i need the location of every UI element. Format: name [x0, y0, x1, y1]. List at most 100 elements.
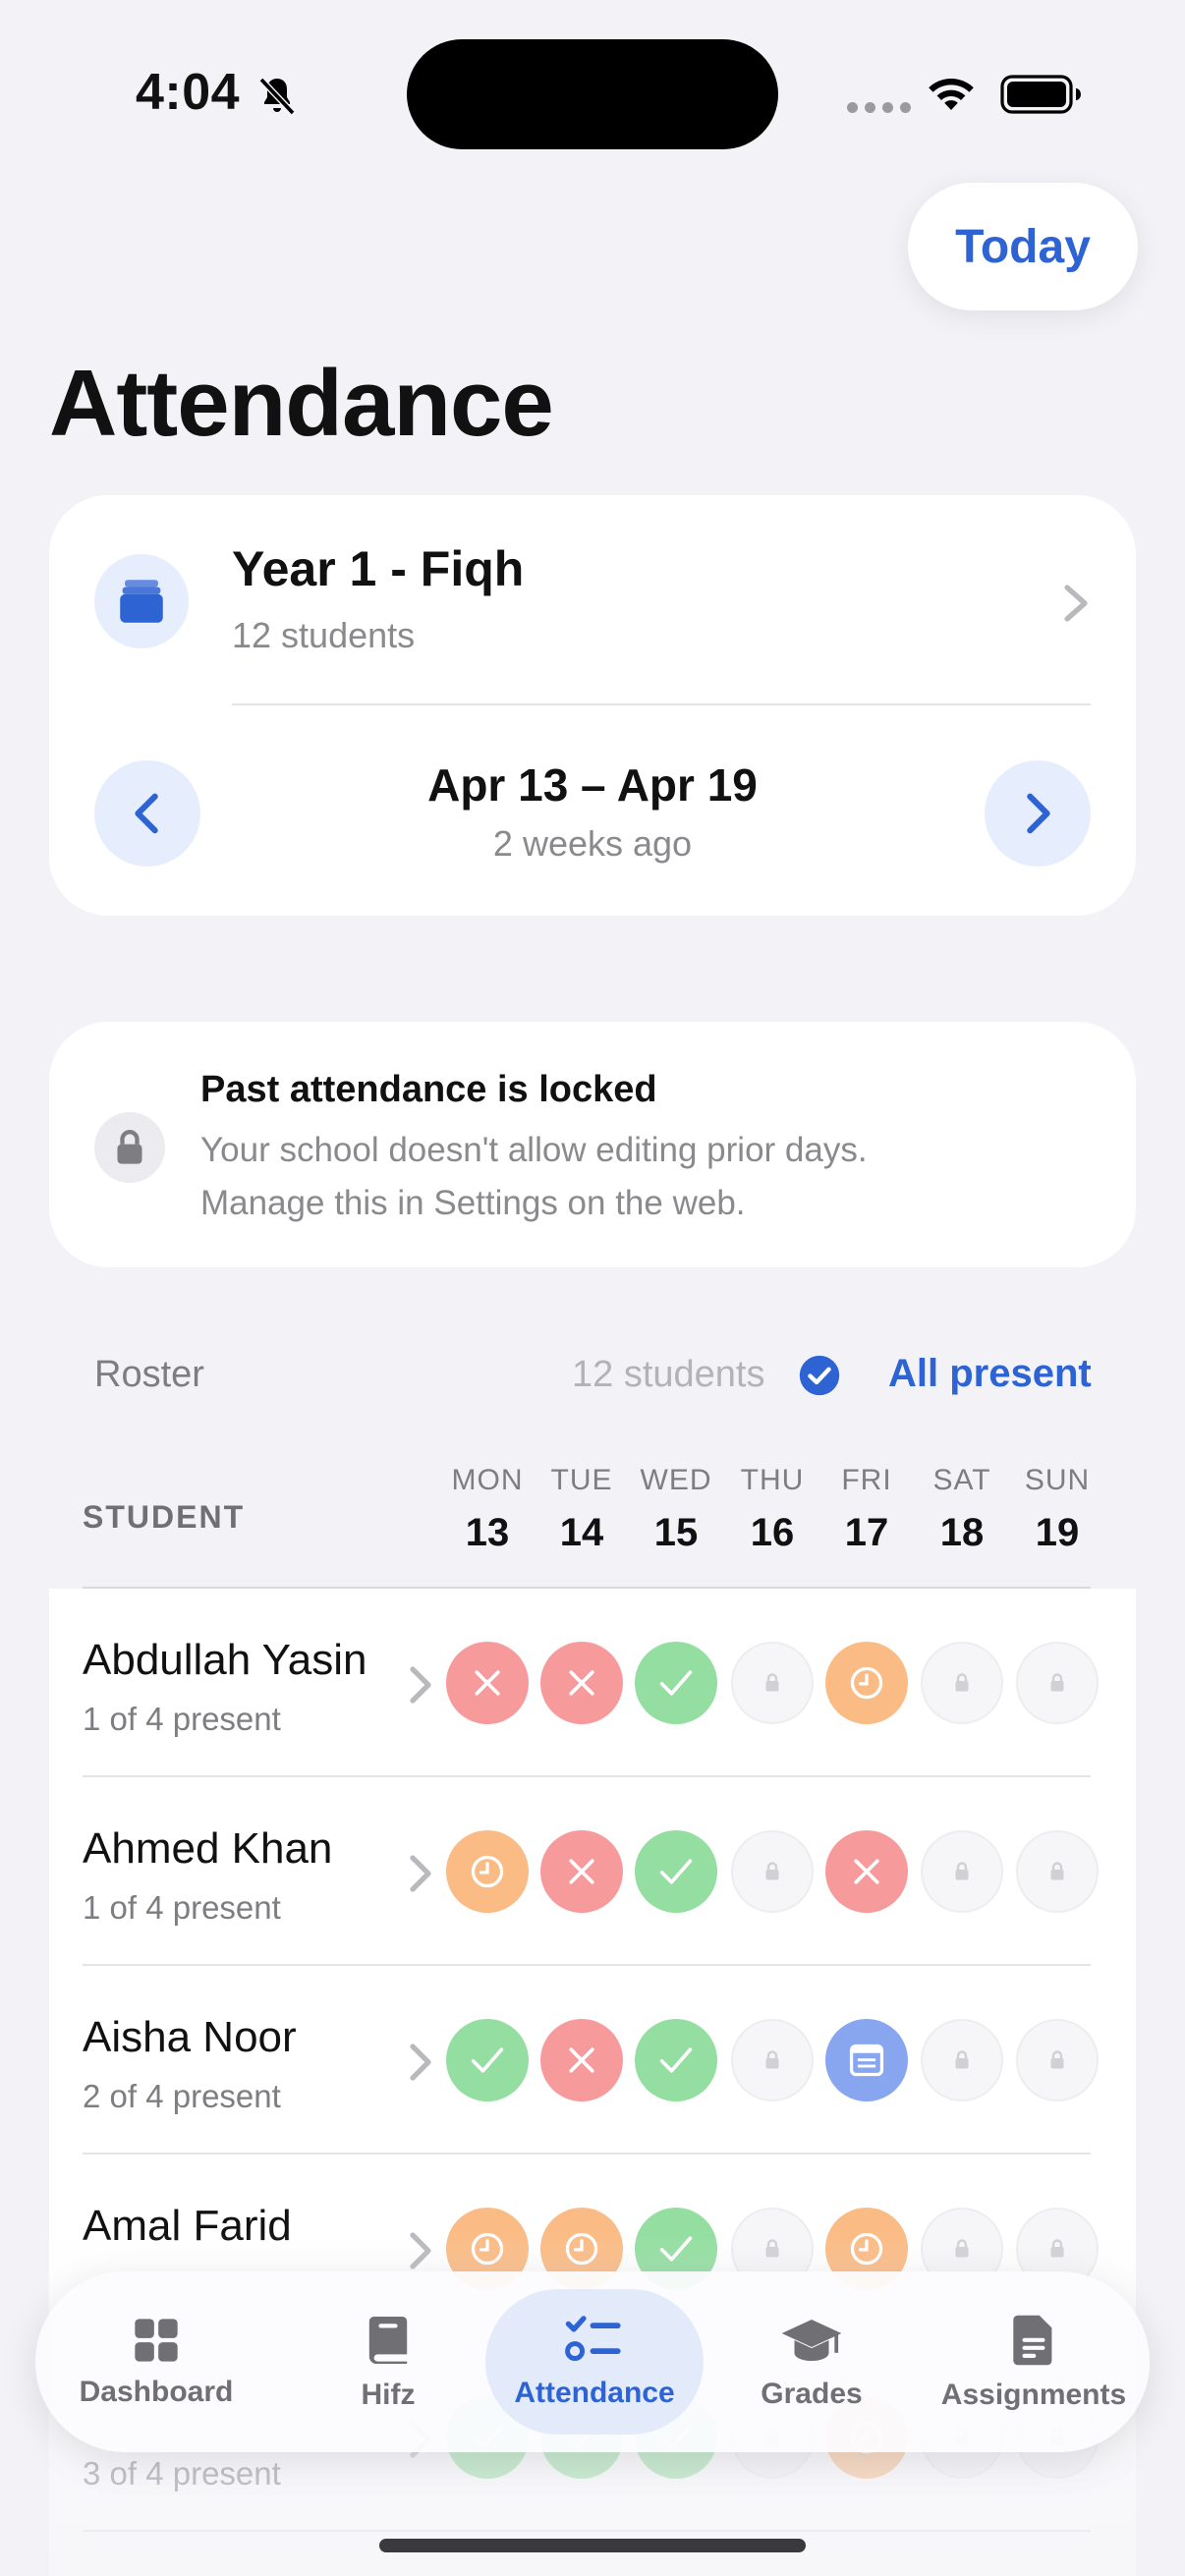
locked-message: Your school doesn't allow editing prior …: [200, 1124, 868, 1230]
lock-icon: [955, 2239, 969, 2258]
grid-icon: [135, 2319, 178, 2362]
student-summary: 2 of 4 present: [83, 2078, 281, 2114]
page-title: Attendance: [49, 351, 554, 456]
locked-message-line: Your school doesn't allow editing prior …: [200, 1131, 868, 1169]
lock-icon: [1050, 1673, 1064, 1692]
x-mark-icon: [569, 1859, 594, 1884]
lock-icon: [1050, 1862, 1064, 1880]
chevron-right-icon[interactable]: [407, 2041, 434, 2084]
checkmark-icon: [659, 1670, 693, 1696]
today-button[interactable]: Today: [908, 183, 1138, 310]
student-row[interactable]: Aisha Noor 2 of 4 present: [49, 1966, 1136, 2155]
lock-icon: [955, 2050, 969, 2069]
home-indicator: [379, 2539, 806, 2552]
clock-icon: [850, 2232, 883, 2266]
checkmark-icon: [471, 2047, 504, 2073]
attendance-cell-absent[interactable]: [825, 1830, 908, 1913]
lock-icon: [117, 1130, 142, 1164]
tab-label: Assignments: [940, 2379, 1127, 2411]
tab-label: Attendance: [514, 2377, 675, 2409]
day-name: TUE: [550, 1464, 613, 1496]
chevron-right-icon[interactable]: [407, 2229, 434, 2272]
attendance-cell-present[interactable]: [635, 1642, 717, 1724]
document-icon: [1013, 2315, 1052, 2366]
note-icon: [849, 2044, 884, 2077]
locked-title: Past attendance is locked: [200, 1069, 657, 1110]
attendance-cell-locked: [1016, 1830, 1099, 1913]
day-name: WED: [640, 1464, 712, 1496]
divider: [232, 703, 1091, 705]
tab-bar: Dashboard Hifz Attendance Grades Assignm…: [35, 2271, 1150, 2452]
attendance-cell-absent[interactable]: [540, 1642, 623, 1724]
lock-icon: [955, 1673, 969, 1692]
lock-icon: [765, 1673, 779, 1692]
x-mark-icon: [569, 2047, 594, 2073]
attendance-cell-present[interactable]: [446, 2019, 529, 2101]
tab-assignments[interactable]: Assignments: [918, 2271, 1150, 2452]
lock-icon: [955, 1862, 969, 1880]
tab-label: Dashboard: [79, 2376, 234, 2408]
tab-attendance[interactable]: Attendance: [485, 2289, 704, 2435]
class-card: Year 1 - Fiqh 12 students Apr 13 – Apr 1…: [49, 495, 1136, 916]
stack-icon: [120, 580, 163, 623]
day-date: 17: [844, 1511, 889, 1554]
next-week-button[interactable]: [985, 760, 1091, 867]
student-name: Amal Farid: [83, 2202, 292, 2250]
divider: [83, 2530, 1091, 2532]
class-name[interactable]: Year 1 - Fiqh: [232, 540, 524, 597]
chevron-right-icon: [1027, 793, 1050, 834]
day-name: THU: [740, 1464, 805, 1496]
clock-icon: [565, 2232, 598, 2266]
week-range: Apr 13 – Apr 19: [427, 759, 758, 811]
tab-grades[interactable]: Grades: [713, 2271, 910, 2452]
status-time: 4:04: [136, 64, 241, 121]
day-column-header: MON 13: [440, 1464, 535, 1555]
attendance-cell-excused[interactable]: [825, 2019, 908, 2101]
battery-icon: [1000, 75, 1081, 114]
attendance-cell-late[interactable]: [825, 1642, 908, 1724]
book-icon: [368, 2317, 408, 2364]
clock-icon: [850, 1666, 883, 1700]
attendance-cell-late[interactable]: [446, 1830, 529, 1913]
student-summary: 1 of 4 present: [83, 1889, 281, 1926]
day-name: MON: [451, 1464, 524, 1496]
tab-hifz[interactable]: Hifz: [295, 2271, 481, 2452]
attendance-cell-absent[interactable]: [446, 1642, 529, 1724]
attendance-cell-present[interactable]: [635, 1830, 717, 1913]
chevron-right-icon[interactable]: [407, 1852, 434, 1895]
checkmark-icon: [659, 2047, 693, 2073]
bell-slash-icon: [258, 77, 296, 116]
clock-icon: [471, 2232, 504, 2266]
lock-icon: [765, 1862, 779, 1880]
roster-label: Roster: [94, 1354, 204, 1395]
student-column-header: STUDENT: [83, 1499, 246, 1535]
day-column-header: TUE 14: [535, 1464, 629, 1555]
day-date: 18: [939, 1511, 985, 1554]
day-date: 15: [653, 1511, 699, 1554]
graduation-cap-icon: [781, 2320, 842, 2361]
lock-badge: [94, 1112, 165, 1183]
class-selector[interactable]: [94, 554, 189, 648]
checklist-icon: [565, 2316, 621, 2362]
student-name: Aisha Noor: [83, 2013, 297, 2061]
day-column-header: FRI 17: [819, 1464, 914, 1555]
attendance-cell-locked: [731, 1642, 814, 1724]
clock-icon: [471, 1855, 504, 1888]
day-name: FRI: [841, 1464, 892, 1496]
attendance-cell-locked: [921, 2019, 1003, 2101]
chevron-right-icon[interactable]: [407, 1663, 434, 1707]
attendance-cell-present[interactable]: [635, 2019, 717, 2101]
student-summary: 1 of 4 present: [83, 1701, 281, 1737]
day-name: SAT: [932, 1464, 991, 1496]
attendance-cell-absent[interactable]: [540, 1830, 623, 1913]
mark-all-present-button[interactable]: All present: [888, 1352, 1092, 1396]
attendance-cell-absent[interactable]: [540, 2019, 623, 2101]
student-row[interactable]: Ahmed Khan 1 of 4 present: [49, 1777, 1136, 1966]
previous-week-button[interactable]: [94, 760, 200, 867]
day-column-header: SUN 19: [1010, 1464, 1104, 1555]
chevron-right-icon[interactable]: [1061, 582, 1091, 625]
day-name: SUN: [1024, 1464, 1091, 1496]
lock-icon: [765, 2239, 779, 2258]
student-row[interactable]: Abdullah Yasin 1 of 4 present: [49, 1589, 1136, 1777]
tab-dashboard[interactable]: Dashboard: [35, 2271, 277, 2452]
